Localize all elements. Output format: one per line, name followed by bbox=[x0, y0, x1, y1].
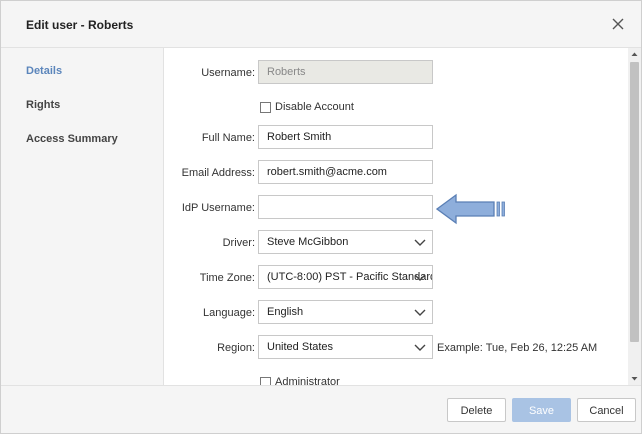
region-label: Region: bbox=[217, 342, 255, 354]
vertical-scrollbar[interactable] bbox=[628, 48, 641, 385]
region-row: Region: United States Example: Tue, Feb … bbox=[164, 335, 628, 360]
region-example-text: Example: Tue, Feb 26, 12:25 AM bbox=[437, 342, 598, 354]
username-input: Roberts bbox=[258, 60, 433, 84]
email-input[interactable]: robert.smith@acme.com bbox=[258, 160, 433, 184]
chevron-down-icon bbox=[414, 239, 426, 246]
driver-row: Driver: Steve McGibbon bbox=[164, 230, 628, 255]
chevron-down-icon bbox=[414, 344, 426, 351]
delete-button[interactable]: Delete bbox=[447, 398, 506, 422]
time-zone-select[interactable]: (UTC-8:00) PST - Pacific Standard Time bbox=[258, 265, 433, 289]
time-zone-select-value: (UTC-8:00) PST - Pacific Standard Time bbox=[267, 271, 433, 283]
scroll-down-icon[interactable] bbox=[628, 373, 641, 385]
region-select-value: United States bbox=[267, 341, 334, 353]
dialog-footer: Delete Save Cancel bbox=[1, 385, 641, 433]
username-label: Username: bbox=[201, 67, 255, 79]
full-name-row: Full Name: Robert Smith bbox=[164, 125, 628, 150]
save-button[interactable]: Save bbox=[512, 398, 571, 422]
email-label: Email Address: bbox=[181, 167, 255, 179]
idp-username-input[interactable] bbox=[258, 195, 433, 219]
driver-label: Driver: bbox=[222, 237, 255, 249]
edit-user-dialog: Edit user - Roberts Details Rights Acces… bbox=[0, 0, 642, 434]
sidebar-item-access-summary[interactable]: Access Summary bbox=[26, 133, 118, 145]
dialog-header: Edit user - Roberts bbox=[1, 1, 641, 48]
language-row: Language: English bbox=[164, 300, 628, 325]
time-zone-label: Time Zone: bbox=[199, 272, 255, 284]
chevron-down-icon bbox=[414, 274, 426, 281]
disable-account-checkbox[interactable] bbox=[260, 102, 271, 113]
language-label: Language: bbox=[203, 307, 255, 319]
administrator-row: Administrator bbox=[164, 377, 628, 385]
driver-select[interactable]: Steve McGibbon bbox=[258, 230, 433, 254]
disable-account-label: Disable Account bbox=[275, 101, 354, 113]
disable-account-row: Disable Account bbox=[164, 102, 628, 127]
idp-username-label: IdP Username: bbox=[181, 202, 255, 214]
sidebar: Details Rights Access Summary bbox=[1, 48, 164, 385]
dialog-title: Edit user - Roberts bbox=[26, 18, 134, 32]
sidebar-item-details[interactable]: Details bbox=[26, 65, 62, 77]
username-row: Username: Roberts bbox=[164, 60, 628, 85]
language-select[interactable]: English bbox=[258, 300, 433, 324]
idp-username-row: IdP Username: bbox=[164, 195, 628, 220]
region-select[interactable]: United States bbox=[258, 335, 433, 359]
driver-select-value: Steve McGibbon bbox=[267, 236, 349, 248]
sidebar-item-rights[interactable]: Rights bbox=[26, 99, 60, 111]
full-name-label: Full Name: bbox=[201, 132, 255, 144]
scroll-up-icon[interactable] bbox=[628, 48, 641, 60]
left-arrow-icon bbox=[435, 193, 508, 228]
close-icon[interactable] bbox=[610, 16, 626, 32]
chevron-down-icon bbox=[414, 309, 426, 316]
administrator-checkbox[interactable] bbox=[260, 377, 271, 385]
administrator-label: Administrator bbox=[275, 376, 340, 386]
language-select-value: English bbox=[267, 306, 304, 318]
full-name-input[interactable]: Robert Smith bbox=[258, 125, 433, 149]
time-zone-row: Time Zone: (UTC-8:00) PST - Pacific Stan… bbox=[164, 265, 628, 290]
cancel-button[interactable]: Cancel bbox=[577, 398, 636, 422]
scrollbar-thumb[interactable] bbox=[630, 62, 639, 342]
details-form: Username: Roberts Disable Account Full N… bbox=[164, 48, 628, 385]
email-row: Email Address: robert.smith@acme.com bbox=[164, 160, 628, 185]
